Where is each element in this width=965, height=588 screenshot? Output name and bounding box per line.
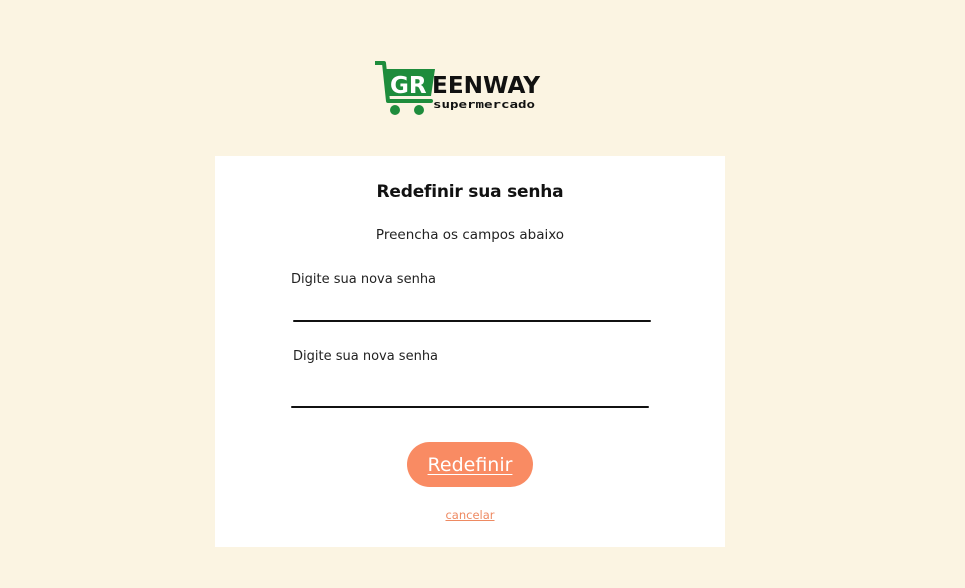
logo-tagline: supermercado [433,98,535,111]
page-title: Redefinir sua senha [376,182,564,202]
logo-gr-text: GR [390,73,427,99]
logo-eenway-text: EENWAY [432,73,540,99]
confirm-password-underline [291,406,649,408]
confirm-password-label: Digite sua nova senha [293,349,439,364]
form-subtitle: Preencha os campos abaixo [375,227,565,243]
new-password-input[interactable] [293,296,654,318]
greenway-logo: GR EENWAY supermercado [375,60,541,118]
new-password-label: Digite sua nova senha [291,272,437,287]
confirm-password-input[interactable] [291,382,652,404]
new-password-underline [293,320,651,322]
cancel-link[interactable]: cancelar [215,508,725,522]
reset-password-card: Redefinir sua senha Preencha os campos a… [215,156,725,547]
redefinir-button[interactable]: Redefinir [407,442,533,487]
